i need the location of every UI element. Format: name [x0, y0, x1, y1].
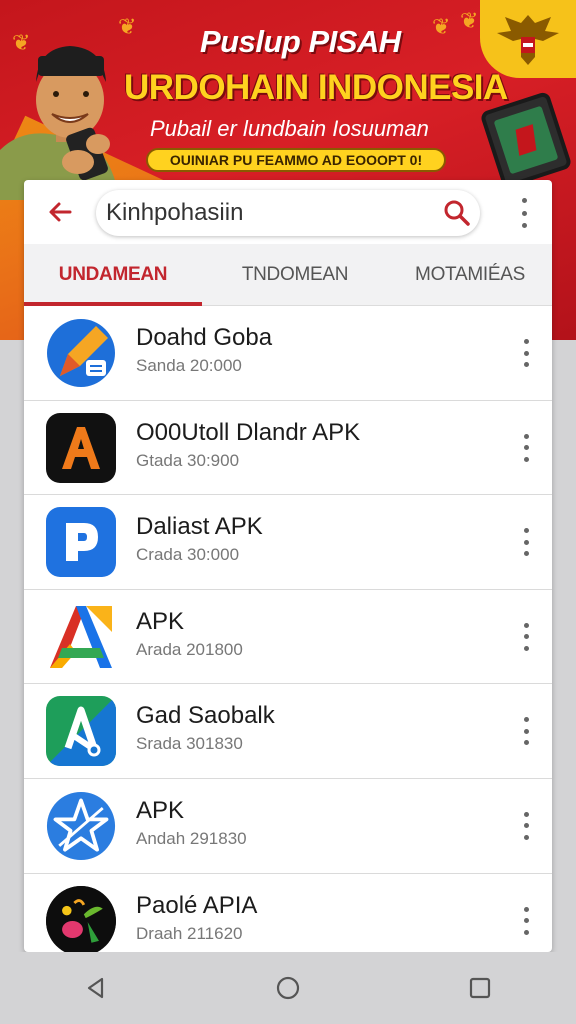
leaf-icon: ❦ — [460, 8, 479, 33]
letter-p-app-icon — [46, 507, 116, 578]
tab-motamieas[interactable]: MOTAMIÉAS — [388, 244, 552, 306]
letter-a-app-icon — [46, 412, 116, 483]
overflow-menu-icon[interactable] — [518, 198, 530, 228]
list-item[interactable]: APK Arada 201800 — [24, 590, 552, 685]
star-compass-app-icon — [46, 790, 116, 861]
item-menu-icon[interactable] — [520, 906, 532, 935]
character-illustration — [0, 46, 120, 200]
leaf-icon: ❦ — [432, 14, 451, 39]
tab-bar: UNDAMEAN TNDOMEAN MOTAMIÉAS — [24, 244, 552, 306]
item-menu-icon[interactable] — [520, 811, 532, 840]
banner-pill[interactable]: OUINIAR PU FEAMMO AD EOOOPT 0! — [146, 148, 446, 172]
item-menu-icon[interactable] — [520, 339, 532, 367]
recents-square-icon[interactable] — [460, 968, 500, 1008]
list-item[interactable]: Daliast APK Crada 30:000 — [24, 495, 552, 590]
app-name: APK — [136, 607, 185, 635]
banner-title: Puslup PISAH — [200, 24, 401, 59]
app-name: Gad Saobalk — [136, 702, 275, 730]
search-input[interactable] — [106, 198, 426, 228]
app-name: Paolé APIA — [136, 891, 258, 919]
app-name: Daliast APK — [136, 513, 263, 541]
list-item[interactable]: O00Utoll Dlandr APK Gtada 30:900 — [24, 401, 552, 496]
list-item[interactable]: Gad Saobalk Srada 301830 — [24, 684, 552, 779]
pen-tool-app-icon — [46, 696, 116, 767]
fruit-app-icon — [46, 885, 116, 952]
colorful-a-app-icon — [46, 601, 116, 672]
item-menu-icon[interactable] — [520, 528, 532, 557]
search-box — [96, 190, 480, 236]
app-list-card: UNDAMEAN TNDOMEAN MOTAMIÉAS Doahd Goba S… — [24, 180, 552, 952]
search-bar — [24, 180, 552, 244]
list-item[interactable]: Doahd Goba Sanda 20:000 — [24, 306, 552, 401]
app-meta: Srada 301830 — [136, 734, 243, 754]
list-item[interactable]: APK Andah 291830 — [24, 779, 552, 874]
app-name: APK — [136, 796, 185, 824]
app-meta: Arada 201800 — [136, 639, 243, 659]
app-name: Doahd Goba — [136, 324, 273, 351]
banner-headline: URDOHAIN INDONESIA — [124, 68, 508, 107]
item-menu-icon[interactable] — [520, 433, 532, 462]
app-name: O00Utoll Dlandr APK — [136, 418, 361, 446]
app-meta: Sanda 20:000 — [136, 356, 242, 375]
app-list: Doahd Goba Sanda 20:000 O00Utoll Dlandr … — [24, 306, 552, 952]
back-triangle-icon[interactable] — [76, 968, 116, 1008]
garuda-emblem-icon — [480, 0, 576, 78]
app-meta: Andah 291830 — [136, 828, 247, 848]
banner-subtitle: Pubail er lundbain Iosuuman — [150, 116, 429, 141]
search-icon[interactable] — [442, 198, 472, 228]
app-meta: Crada 30:000 — [136, 545, 240, 565]
tab-tndomean[interactable]: TNDOMEAN — [202, 244, 388, 306]
tab-undamean[interactable]: UNDAMEAN — [24, 244, 202, 306]
app-meta: Draah 211620 — [136, 923, 243, 943]
system-nav-bar — [0, 952, 576, 1024]
list-item[interactable]: Paolé APIA Draah 211620 — [24, 874, 552, 952]
item-menu-icon[interactable] — [520, 717, 532, 746]
home-circle-icon[interactable] — [268, 968, 308, 1008]
app-meta: Gtada 30:900 — [136, 450, 240, 470]
item-menu-icon[interactable] — [520, 622, 532, 651]
pencil-app-icon — [46, 318, 116, 388]
back-arrow-icon[interactable] — [44, 196, 76, 228]
